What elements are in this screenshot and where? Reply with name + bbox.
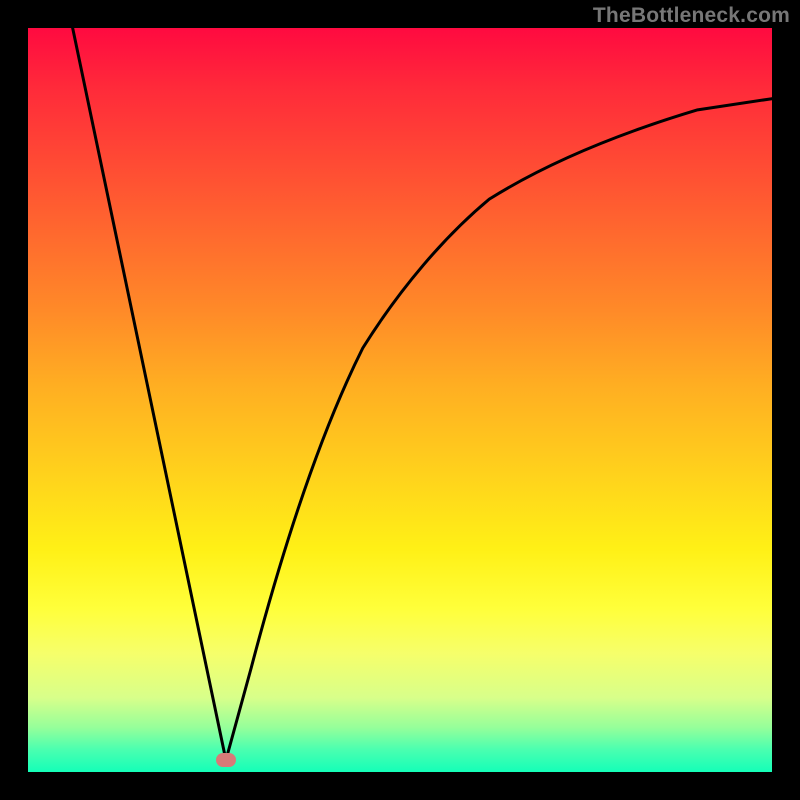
minimum-marker <box>216 753 236 767</box>
curve-layer <box>28 28 772 772</box>
chart-frame: TheBottleneck.com <box>0 0 800 800</box>
curve-path <box>73 28 772 760</box>
watermark-text: TheBottleneck.com <box>593 4 790 28</box>
plot-area <box>28 28 772 772</box>
